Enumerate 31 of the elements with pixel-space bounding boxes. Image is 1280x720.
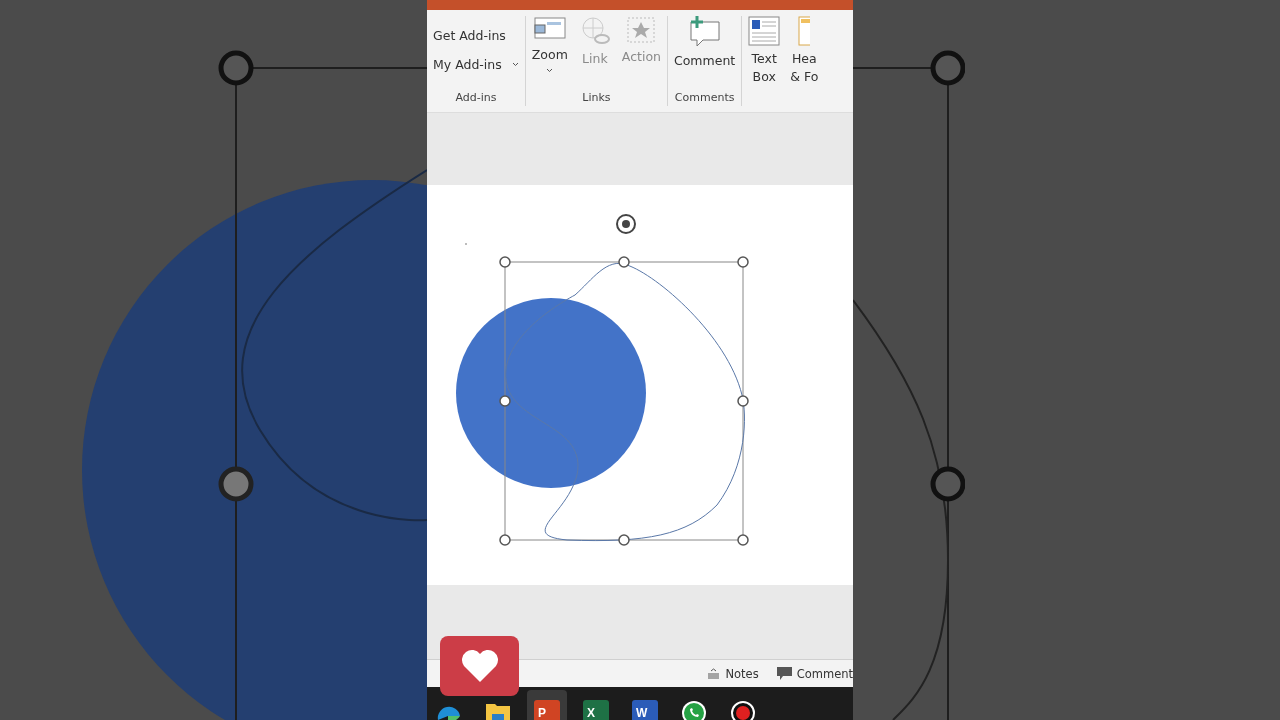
ribbon-button[interactable]: Text Box bbox=[746, 16, 783, 86]
ribbon-button[interactable]: Hea & Fo bbox=[788, 16, 821, 86]
group-label: Comments bbox=[674, 91, 735, 106]
selected-freeform-shape[interactable] bbox=[499, 256, 749, 546]
caret-icon bbox=[511, 62, 519, 67]
dot-mark bbox=[465, 243, 467, 245]
caret-icon bbox=[546, 68, 554, 73]
ribbon-button[interactable]: My Add-ins bbox=[431, 57, 521, 72]
phone-chat-icon bbox=[681, 700, 707, 720]
heart-icon bbox=[460, 649, 499, 683]
comment-icon bbox=[776, 667, 792, 680]
app-tile-icon: P bbox=[534, 700, 560, 720]
rotate-handle-icon[interactable] bbox=[616, 214, 636, 234]
ribbon-button[interactable]: Get Add-ins bbox=[431, 28, 508, 43]
zoom-slide-icon bbox=[532, 16, 567, 42]
status-button[interactable]: Comment bbox=[776, 666, 853, 681]
app-tile-icon: W bbox=[632, 700, 658, 720]
ribbon-button[interactable]: Zoom bbox=[529, 16, 570, 73]
text-box-icon bbox=[748, 16, 781, 46]
ribbon-button[interactable]: Comment bbox=[672, 16, 738, 70]
taskbar-app-button[interactable]: W bbox=[625, 690, 665, 720]
notes-icon bbox=[707, 668, 721, 679]
heart-reaction-toast[interactable] bbox=[440, 636, 519, 696]
folder-icon bbox=[485, 702, 511, 720]
status-button[interactable]: Notes bbox=[707, 666, 759, 681]
app-tile-icon: X bbox=[583, 700, 609, 720]
taskbar-app-button[interactable]: P bbox=[527, 690, 567, 720]
group-label: Add-ins bbox=[455, 91, 497, 106]
page-header-icon bbox=[798, 16, 811, 46]
group-label: Links bbox=[582, 91, 611, 106]
taskbar-app-button[interactable]: X bbox=[576, 690, 616, 720]
